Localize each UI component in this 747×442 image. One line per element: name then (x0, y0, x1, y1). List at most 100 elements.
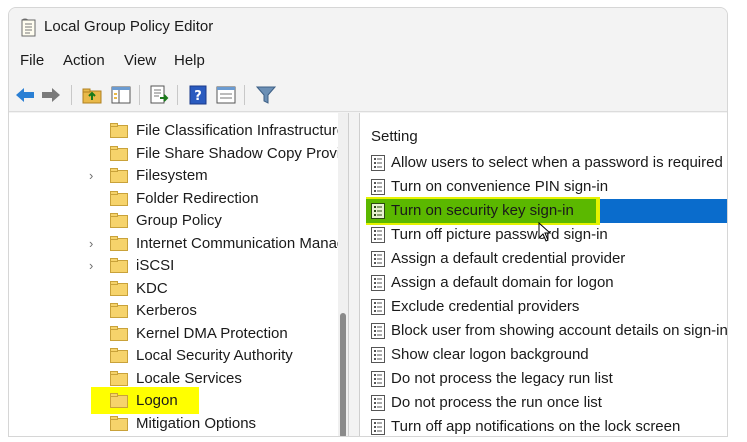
tree-item[interactable]: KDC (9, 278, 339, 300)
tree-item-label: Kernel DMA Protection (136, 325, 288, 342)
setting-icon (371, 419, 385, 435)
toolbar: ? (9, 76, 727, 112)
tree-item-label: Group Policy (136, 212, 222, 229)
tree-item-label: File Share Shadow Copy Provider (136, 145, 349, 162)
folder-icon (110, 303, 128, 318)
folder-icon (110, 258, 128, 273)
tree-item-label: Logon (136, 392, 178, 409)
help-icon[interactable]: ? (187, 84, 209, 106)
setting-icon (371, 155, 385, 171)
setting-icon (371, 227, 385, 243)
setting-icon (371, 179, 385, 195)
menu-help[interactable]: Help (174, 52, 205, 69)
setting-icon (371, 251, 385, 267)
folder-icon (110, 281, 128, 296)
setting-label: Turn off app notifications on the lock s… (391, 418, 681, 435)
setting-icon (371, 323, 385, 339)
group-policy-window: Local Group Policy Editor File Action Vi… (8, 7, 728, 437)
tree-item[interactable]: › iSCSI (9, 255, 339, 277)
tree-item[interactable]: Local Security Authority (9, 345, 339, 367)
folder-icon (110, 416, 128, 431)
settings-pane: Setting Allow users to select when a pas… (359, 113, 728, 436)
setting-row-selected[interactable]: Turn on security key sign-in (360, 197, 727, 225)
setting-label: Assign a default domain for logon (391, 274, 614, 291)
tree-item[interactable]: Mitigation Options (9, 413, 339, 435)
setting-row[interactable]: Assign a default credential provider (360, 248, 727, 270)
back-icon[interactable] (14, 84, 36, 106)
svg-text:?: ? (194, 89, 202, 104)
tree-item-logon[interactable]: Logon (9, 387, 339, 414)
filter-icon[interactable] (255, 84, 277, 106)
export-list-icon[interactable] (148, 84, 170, 106)
tree-item[interactable]: File Share Shadow Copy Provider (9, 143, 348, 165)
setting-icon (371, 299, 385, 315)
tree-item-label: Local Security Authority (136, 347, 293, 364)
setting-label: Block user from showing account details … (391, 322, 728, 339)
column-header-setting[interactable]: Setting (371, 128, 418, 145)
setting-row[interactable]: Do not process the legacy run list (360, 368, 727, 390)
tree-item[interactable]: › Filesystem (9, 165, 339, 187)
tree-item[interactable]: Kerberos (9, 300, 339, 322)
setting-icon (371, 395, 385, 411)
setting-row[interactable]: Turn off app notifications on the lock s… (360, 416, 727, 436)
chevron-right-icon[interactable]: › (89, 168, 93, 183)
setting-icon (371, 275, 385, 291)
setting-icon (371, 371, 385, 387)
toolbar-separator (244, 85, 245, 105)
tree-item-label: Kerberos (136, 302, 197, 319)
setting-row[interactable]: Exclude credential providers (360, 296, 727, 318)
folder-icon (110, 371, 128, 386)
folder-icon (110, 236, 128, 251)
setting-row[interactable]: Block user from showing account details … (360, 320, 728, 342)
setting-row[interactable]: Turn on convenience PIN sign-in (360, 176, 727, 198)
setting-icon (371, 347, 385, 363)
tree-scrollbar[interactable] (338, 113, 348, 436)
folder-icon (110, 146, 128, 161)
menu-file[interactable]: File (20, 52, 44, 69)
folder-icon (110, 393, 128, 408)
toolbar-separator (139, 85, 140, 105)
folder-icon (110, 348, 128, 363)
setting-label: Turn on security key sign-in (391, 202, 574, 219)
selection-highlight (595, 199, 727, 223)
tree-item-label: File Classification Infrastructure (136, 122, 346, 139)
tree-pane: File Classification Infrastructure File … (9, 113, 349, 436)
window-title: Local Group Policy Editor (44, 18, 214, 35)
tree-item[interactable]: Kernel DMA Protection (9, 323, 339, 345)
scrollbar-thumb[interactable] (340, 313, 346, 436)
folder-icon (110, 168, 128, 183)
tree-item[interactable]: › Internet Communication Management (9, 233, 348, 255)
setting-row[interactable]: Allow users to select when a password is… (360, 152, 727, 174)
tree-item[interactable]: Group Policy (9, 210, 339, 232)
toolbar-separator (71, 85, 72, 105)
setting-row[interactable]: Do not process the run once list (360, 392, 727, 414)
tree-item[interactable]: File Classification Infrastructure (9, 120, 345, 142)
title-bar[interactable]: Local Group Policy Editor (9, 8, 727, 46)
chevron-right-icon[interactable]: › (89, 258, 93, 273)
properties-icon[interactable] (215, 84, 237, 106)
tree-item-label: Locale Services (136, 370, 242, 387)
setting-label: Turn on convenience PIN sign-in (391, 178, 609, 195)
menu-view[interactable]: View (124, 52, 156, 69)
folder-icon (110, 123, 128, 138)
setting-label: Turn off picture password sign-in (391, 226, 608, 243)
tree-item[interactable]: Folder Redirection (9, 188, 339, 210)
show-tree-icon[interactable] (110, 84, 132, 106)
policy-editor-icon (21, 18, 36, 37)
tree-item-label: Folder Redirection (136, 190, 259, 207)
setting-label: Do not process the run once list (391, 394, 602, 411)
menu-bar: File Action View Help (9, 50, 727, 74)
chevron-right-icon[interactable]: › (89, 236, 93, 251)
menu-action[interactable]: Action (63, 52, 105, 69)
forward-icon[interactable] (40, 84, 62, 106)
setting-label: Do not process the legacy run list (391, 370, 613, 387)
mouse-cursor-icon (538, 222, 552, 242)
toolbar-separator (177, 85, 178, 105)
setting-label: Assign a default credential provider (391, 250, 626, 267)
folder-icon (110, 326, 128, 341)
setting-row[interactable]: Show clear logon background (360, 344, 727, 366)
setting-row[interactable]: Assign a default domain for logon (360, 272, 727, 294)
folder-icon (110, 191, 128, 206)
folder-icon (110, 213, 128, 228)
up-folder-icon[interactable] (81, 84, 103, 106)
